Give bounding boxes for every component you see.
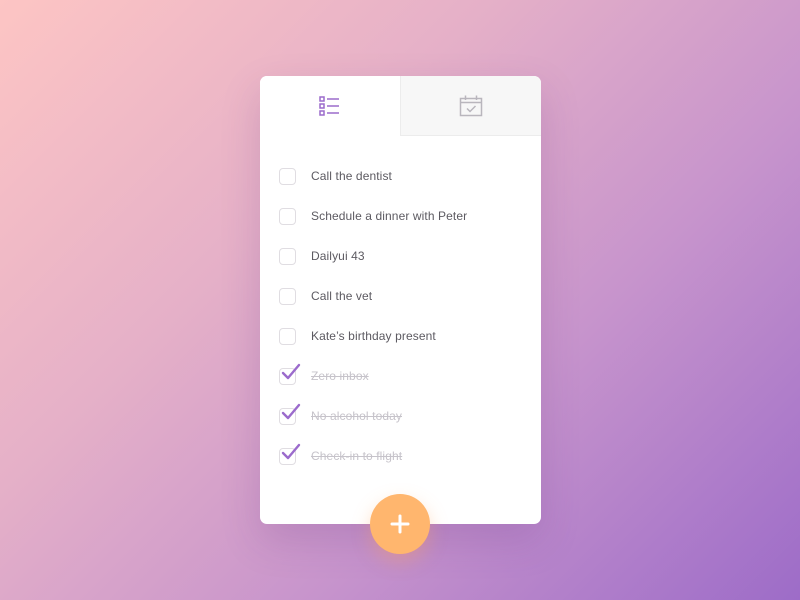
list-icon: [319, 96, 339, 116]
todo-label: Call the vet: [311, 289, 373, 303]
todo-label: Check-in to flight: [311, 449, 403, 463]
checkbox[interactable]: [279, 207, 296, 225]
add-task-button[interactable]: [370, 494, 430, 554]
todo-list: Call the dentist Schedule a dinner with …: [260, 136, 541, 476]
checkbox-checked[interactable]: [279, 403, 301, 425]
list-item-done[interactable]: No alcohol today: [260, 396, 541, 436]
checkbox[interactable]: [279, 167, 296, 185]
checkbox[interactable]: [279, 287, 296, 305]
calendar-check-icon: [459, 95, 483, 116]
tab-bar: [260, 76, 541, 136]
todo-label: Kate’s birthday present: [311, 329, 436, 343]
todo-label: Zero inbox: [311, 369, 369, 383]
checkbox-checked[interactable]: [279, 443, 301, 465]
list-item[interactable]: Call the vet: [260, 276, 541, 316]
checkmark-icon: [281, 403, 301, 419]
todo-label: No alcohol today: [311, 409, 402, 423]
todo-label: Call the dentist: [311, 169, 392, 183]
plus-icon: [390, 514, 410, 534]
checkbox[interactable]: [279, 247, 296, 265]
checkbox[interactable]: [279, 327, 296, 345]
tab-list[interactable]: [260, 76, 400, 136]
list-item-done[interactable]: Zero inbox: [260, 356, 541, 396]
list-item[interactable]: Dailyui 43: [260, 236, 541, 276]
list-item[interactable]: Schedule a dinner with Peter: [260, 196, 541, 236]
list-item[interactable]: Call the dentist: [260, 156, 541, 196]
checkmark-icon: [281, 363, 301, 379]
checkbox-checked[interactable]: [279, 363, 301, 385]
list-item[interactable]: Kate’s birthday present: [260, 316, 541, 356]
todo-card: Call the dentist Schedule a dinner with …: [260, 76, 541, 554]
list-item-done[interactable]: Check-in to flight: [260, 436, 541, 476]
todo-label: Schedule a dinner with Peter: [311, 209, 468, 223]
checkmark-icon: [281, 443, 301, 459]
todo-label: Dailyui 43: [311, 249, 365, 263]
tab-calendar[interactable]: [400, 76, 541, 136]
